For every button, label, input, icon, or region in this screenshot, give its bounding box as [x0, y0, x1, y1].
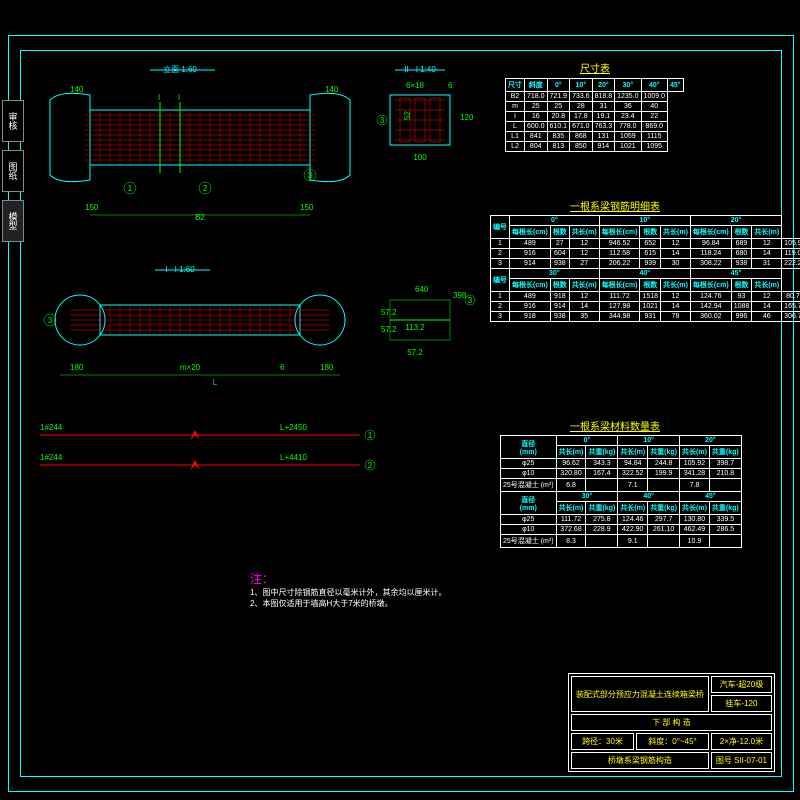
svg-text:6: 6 — [280, 363, 285, 372]
svg-text:m×20: m×20 — [180, 363, 201, 372]
rebar-lines: L+2450 1#244 1 L+4410 1#244 2 — [30, 420, 380, 490]
section-2-drawing: II - I 1:40 6×18 6 100 120 3 52 — [370, 60, 480, 190]
svg-text:立面 1:60: 立面 1:60 — [163, 64, 197, 74]
svg-text:L+2450: L+2450 — [280, 423, 307, 432]
svg-text:1#244: 1#244 — [40, 423, 63, 432]
svg-text:I: I — [158, 93, 160, 102]
svg-text:6×18: 6×18 — [406, 81, 425, 90]
material-table: 直径(mm)0°10°20°共长(m)共重(kg)共长(m)共重(kg)共长(m… — [500, 435, 742, 548]
svg-text:2: 2 — [203, 184, 208, 193]
svg-text:113.2: 113.2 — [405, 323, 425, 332]
elevation-drawing: 立面 1:60 1 2 3 I I 140 140 150 150 B2 — [30, 60, 370, 240]
svg-text:57.2: 57.2 — [407, 348, 423, 357]
table1-title: 尺寸表 — [580, 60, 610, 75]
table2-title: 一根系梁钢筋明细表 — [570, 198, 660, 213]
svg-text:1#244: 1#244 — [40, 453, 63, 462]
svg-text:B2: B2 — [195, 213, 205, 222]
detail-dims: 640 398 57.2 57.2 113.2 57.2 3 — [375, 280, 485, 370]
svg-text:2: 2 — [368, 461, 373, 470]
tab-review[interactable]: 审核 — [2, 100, 24, 142]
section-1-drawing: I - I 1:60 3 180 m×20 L 180 6 — [30, 260, 370, 410]
dimension-table: 尺寸斜度0°10°20°30°40°45°B2718.0721.9733.681… — [505, 78, 684, 152]
table3-title: 一根系梁材料数量表 — [570, 418, 660, 433]
svg-text:1: 1 — [368, 431, 373, 440]
svg-text:3: 3 — [468, 296, 473, 305]
svg-text:57.2: 57.2 — [381, 325, 397, 334]
svg-text:L: L — [213, 378, 218, 387]
svg-text:180: 180 — [320, 363, 334, 372]
svg-text:100: 100 — [413, 153, 427, 162]
svg-text:57.2: 57.2 — [381, 308, 397, 317]
svg-text:640: 640 — [415, 285, 429, 294]
notes: 注： 1、图中尺寸除钢筋直径以毫米计外，其余均以厘米计。 2、本图仅适用于墙高H… — [250, 570, 446, 609]
svg-text:398: 398 — [453, 291, 467, 300]
svg-text:150: 150 — [300, 203, 314, 212]
rebar-table: 编号0°10°20°每根长(cm)根数共长(m)每根长(cm)根数共长(m)每根… — [490, 215, 800, 322]
svg-text:140: 140 — [325, 85, 339, 94]
svg-text:3: 3 — [380, 116, 385, 125]
svg-text:120: 120 — [460, 113, 474, 122]
svg-text:140: 140 — [70, 85, 84, 94]
svg-text:1: 1 — [128, 184, 133, 193]
tab-model[interactable]: 模型 — [2, 200, 24, 242]
svg-text:6: 6 — [448, 81, 453, 90]
title-block: 装配式部分预应力混凝土连续箱梁桥汽车-超20级 挂车-120 下 部 构 造 跨… — [568, 673, 775, 772]
svg-text:180: 180 — [70, 363, 84, 372]
svg-text:L+4410: L+4410 — [280, 453, 307, 462]
svg-text:I: I — [178, 93, 180, 102]
svg-text:150: 150 — [85, 203, 99, 212]
svg-text:3: 3 — [48, 316, 53, 325]
svg-text:3: 3 — [308, 171, 313, 180]
svg-text:52: 52 — [403, 111, 412, 120]
tab-drawings[interactable]: 图纸 — [2, 150, 24, 192]
